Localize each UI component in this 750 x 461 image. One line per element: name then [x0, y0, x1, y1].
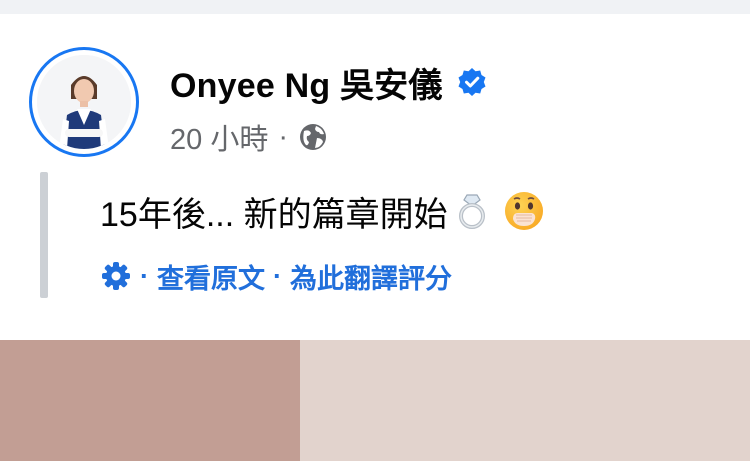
author-name[interactable]: Onyee Ng 吳安儀: [170, 58, 443, 107]
hand-over-mouth-emoji-icon: [502, 189, 546, 233]
photo-light-region: [300, 340, 750, 461]
ring-emoji-icon: [452, 191, 492, 231]
post-text-content: 15年後... 新的篇章開始: [100, 195, 448, 234]
top-strip: [0, 0, 750, 15]
post-photo[interactable]: [0, 340, 750, 461]
avatar-image: [37, 55, 131, 149]
see-original-link[interactable]: 查看原文: [157, 257, 265, 296]
post-text: 15年後... 新的篇章開始: [100, 186, 546, 236]
person-photo-icon: [37, 55, 131, 149]
profile-avatar[interactable]: [29, 47, 139, 157]
globe-icon[interactable]: [298, 122, 328, 152]
author-row: Onyee Ng 吳安儀: [170, 58, 487, 106]
translation-row: · 查看原文 · 為此翻譯評分: [100, 254, 452, 298]
quote-bar: [40, 172, 48, 298]
meta-separator: ·: [278, 120, 288, 153]
gear-icon[interactable]: [100, 260, 132, 292]
rate-translation-link[interactable]: 為此翻譯評分: [290, 257, 452, 296]
translation-separator: ·: [140, 260, 149, 291]
verified-badge-icon: [457, 67, 487, 97]
post-card: Onyee Ng 吳安儀 20 小時 · 15年後... 新的篇章開始 · 查看…: [0, 14, 750, 340]
translation-separator-2: ·: [273, 260, 282, 291]
post-timestamp[interactable]: 20 小時: [170, 116, 268, 158]
photo-dark-region: [0, 340, 300, 461]
post-meta: 20 小時 ·: [170, 117, 328, 157]
